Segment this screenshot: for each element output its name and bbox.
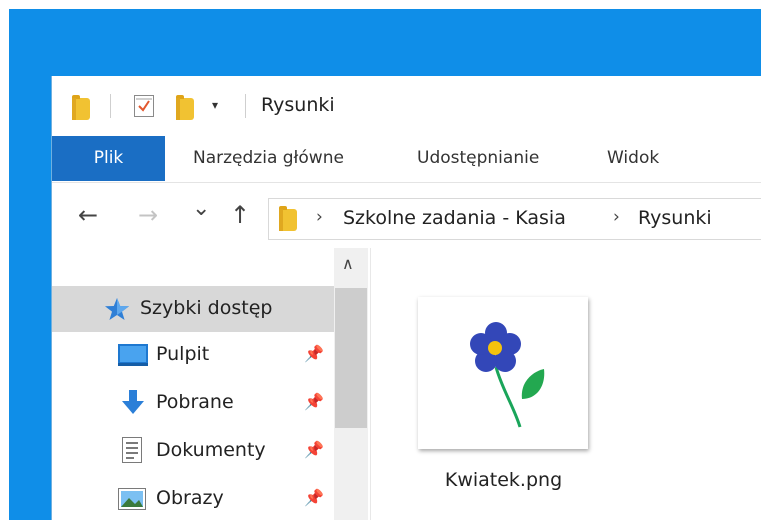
chevron-right-icon[interactable]: › (316, 207, 323, 227)
toolbar-separator (110, 94, 111, 118)
pin-icon[interactable]: 📌 (304, 488, 324, 507)
nav-item-documents[interactable]: Dokumenty 📌 (52, 428, 334, 474)
address-folder-icon (279, 206, 297, 231)
nav-item-label: Szybki dostęp (140, 297, 273, 319)
tab-view[interactable]: Widok (607, 136, 659, 181)
breadcrumb-segment[interactable]: Rysunki (638, 207, 712, 229)
folder-icon (72, 95, 90, 120)
file-explorer-window: ▾ Rysunki Plik Narzędzia główne Udostępn… (51, 76, 761, 520)
tab-file[interactable]: Plik (52, 136, 165, 181)
pane-divider[interactable] (370, 248, 371, 520)
back-arrow-icon[interactable]: ← (78, 201, 98, 229)
scrollbar-thumb[interactable] (335, 288, 367, 428)
nav-item-label: Obrazy (156, 487, 224, 509)
nav-item-pictures[interactable]: Obrazy 📌 (52, 476, 334, 522)
nav-item-desktop[interactable]: Pulpit 📌 (52, 332, 334, 378)
forward-arrow-icon[interactable]: → (138, 201, 158, 229)
nav-item-label: Dokumenty (156, 439, 266, 461)
ribbon: Plik Narzędzia główne Udostępnianie Wido… (52, 136, 761, 183)
pictures-icon (118, 488, 146, 510)
file-name: Kwiatek.png (444, 469, 563, 491)
file-item[interactable]: Kwiatek.png (416, 297, 591, 491)
recent-locations-chevron-icon[interactable]: ⌄ (192, 196, 210, 221)
desktop-icon (118, 344, 148, 366)
navigation-row: ← → ⌄ ↑ › Szkolne zadania - Kasia › Rysu… (52, 182, 761, 248)
customize-dropdown-icon[interactable]: ▾ (212, 98, 218, 112)
nav-item-downloads[interactable]: Pobrane 📌 (52, 380, 334, 426)
navigation-pane: Szybki dostęp Pulpit 📌 Pobrane 📌 Dokumen… (52, 248, 370, 520)
properties-check-icon[interactable] (134, 95, 154, 117)
chevron-right-icon[interactable]: › (613, 207, 620, 227)
file-thumbnail (418, 297, 588, 449)
flower-image (470, 322, 545, 428)
download-icon (122, 390, 144, 414)
toolbar-separator (245, 94, 246, 118)
document-icon (122, 437, 142, 463)
nav-item-label: Pulpit (156, 343, 210, 365)
pin-icon[interactable]: 📌 (304, 392, 324, 411)
address-bar[interactable]: › Szkolne zadania - Kasia › Rysunki (268, 198, 761, 240)
up-arrow-icon[interactable]: ↑ (230, 201, 250, 229)
breadcrumb-segment[interactable]: Szkolne zadania - Kasia (343, 207, 566, 229)
nav-item-label: Pobrane (156, 391, 234, 413)
nav-pane-scrollbar[interactable]: ∧ (334, 248, 368, 520)
tab-share[interactable]: Udostępnianie (417, 136, 539, 181)
star-icon (105, 298, 129, 320)
new-folder-icon[interactable] (176, 95, 194, 120)
window-title: Rysunki (261, 94, 335, 116)
scroll-up-arrow-icon[interactable]: ∧ (342, 254, 354, 273)
pin-icon[interactable]: 📌 (304, 440, 324, 459)
nav-item-quick-access[interactable]: Szybki dostęp (52, 286, 334, 332)
pin-icon[interactable]: 📌 (304, 344, 324, 363)
tab-home[interactable]: Narzędzia główne (193, 136, 344, 181)
title-bar: ▾ Rysunki (52, 76, 761, 136)
